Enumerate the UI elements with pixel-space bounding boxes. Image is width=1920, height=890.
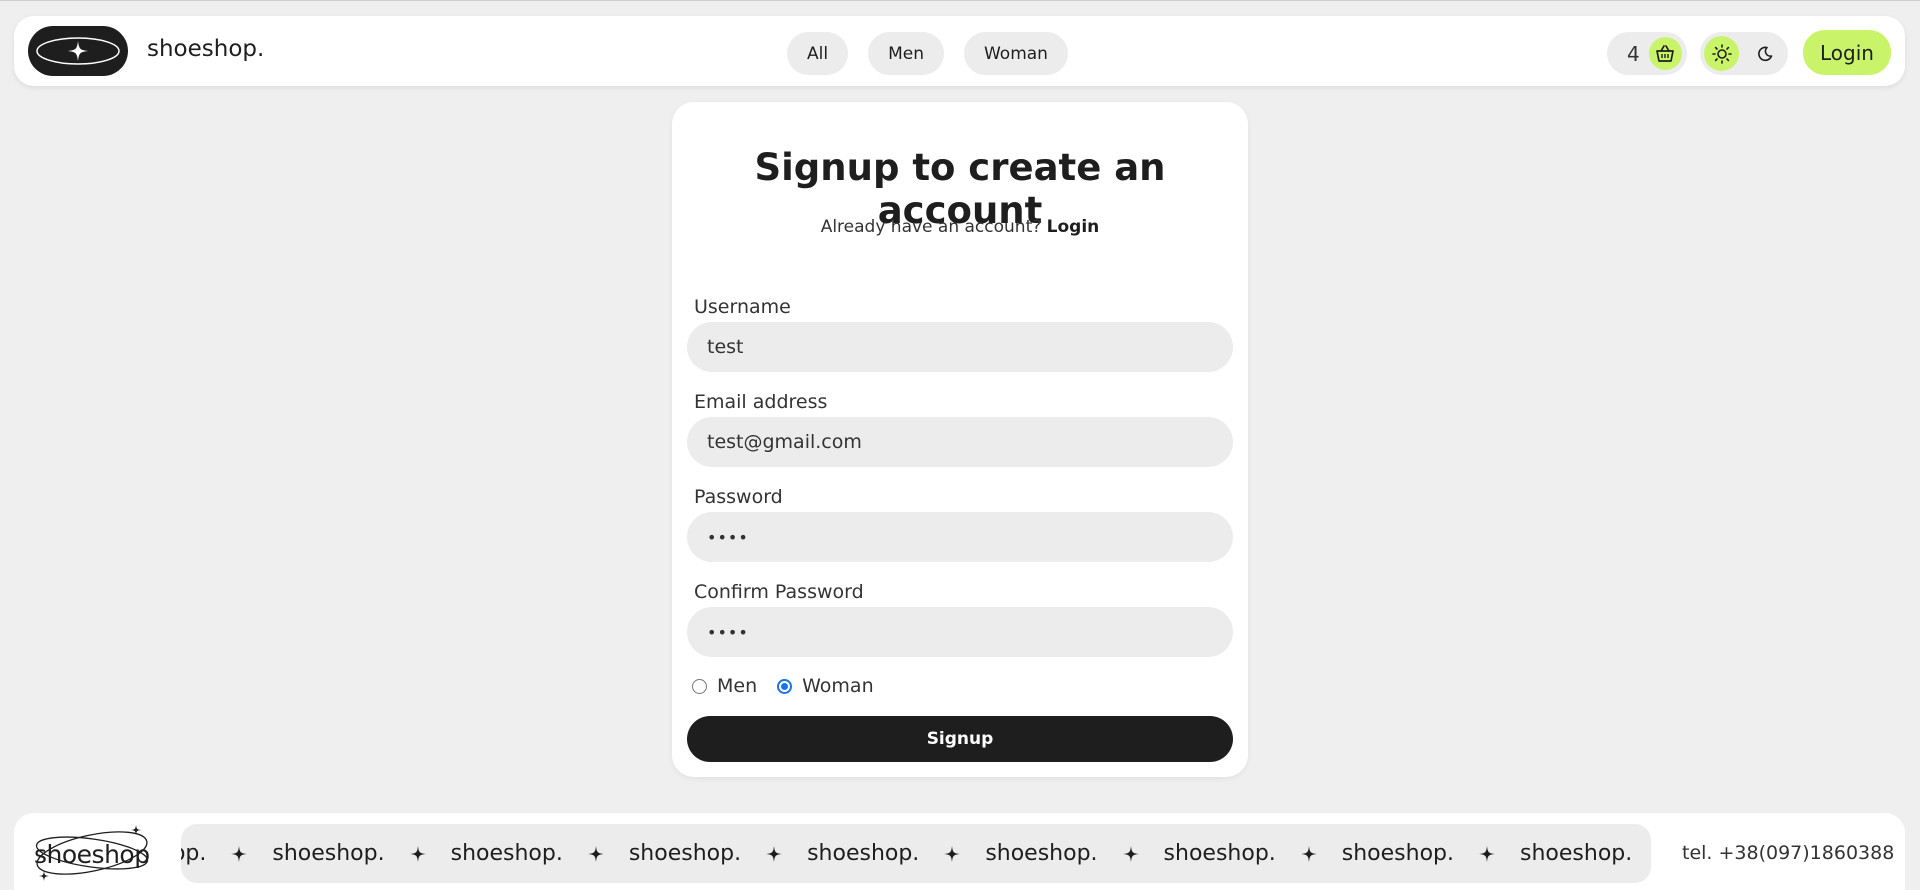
nav-woman[interactable]: Woman [963,32,1068,75]
star-icon [409,845,427,863]
marquee-word: shoeshop. [985,841,1098,866]
marquee-word: shoeshop. [1341,841,1455,866]
sun-icon[interactable] [1704,36,1739,71]
nav-men[interactable]: Men [868,32,944,75]
confirm-password-field[interactable]: •••• [687,607,1233,657]
signup-button[interactable]: Signup [687,716,1233,762]
nav-all[interactable]: All [787,32,849,75]
basket-icon[interactable] [1648,37,1682,70]
radio-woman-label[interactable]: Woman [802,675,874,697]
password-field[interactable]: •••• [687,512,1233,562]
marquee-track: hop. shoeshop. shoeshop. shoeshop. shoeshop… [181,841,1651,866]
star-icon [1122,845,1140,863]
marquee-word: shoeshop. [807,841,920,866]
footer: shoeshop hop. shoeshop. shoeshop. shoeshop… [14,813,1905,890]
category-nav: All Men Woman [787,32,1068,75]
brand-marquee: hop. shoeshop. shoeshop. shoeshop. shoeshop… [181,824,1651,883]
login-prompt: Already have an account? Login [672,217,1248,237]
cart-count: 4 [1627,41,1640,66]
marquee-word: shoeshop. [1163,841,1276,866]
marquee-word: hop. [181,841,207,866]
marquee-word: shoeshop. [450,841,563,866]
login-button[interactable]: Login [1803,30,1891,75]
marquee-word: shoeshop. [628,841,742,866]
star-icon [1300,845,1318,863]
marquee-word: shoeshop. [1520,841,1633,866]
radio-men[interactable] [692,678,707,694]
marquee-word: shoeshop. [272,841,385,866]
moon-icon[interactable] [1747,36,1782,71]
username-label: Username [694,296,791,318]
cart-button[interactable]: 4 [1607,32,1687,75]
star-icon [230,845,248,863]
top-navbar: shoeshop. All Men Woman 4 Login [14,16,1905,86]
signup-card: Signup to create an account Already have… [672,102,1248,777]
email-field[interactable]: test@gmail.com [687,417,1233,467]
username-field[interactable]: test [687,322,1233,372]
email-label: Email address [694,391,828,413]
star-icon [587,845,605,863]
sparkle-icon [36,37,120,65]
brand-name[interactable]: shoeshop. [147,36,264,62]
radio-men-label[interactable]: Men [717,675,757,697]
star-icon [765,845,783,863]
footer-logo-text: shoeshop [34,840,150,869]
radio-woman[interactable] [777,678,793,694]
star-icon [943,845,961,863]
gender-radio-group: Men Woman [692,675,894,697]
star-icon [1478,845,1496,863]
confirm-password-label: Confirm Password [694,581,864,603]
login-prompt-text: Already have an account? [820,217,1042,237]
logo-button[interactable] [28,26,128,76]
phone-number: tel. +38(097)1860388 [1682,842,1895,864]
footer-logo: shoeshop [32,823,152,883]
theme-toggle[interactable] [1700,32,1788,75]
password-label: Password [694,486,783,508]
login-link[interactable]: Login [1047,217,1100,237]
